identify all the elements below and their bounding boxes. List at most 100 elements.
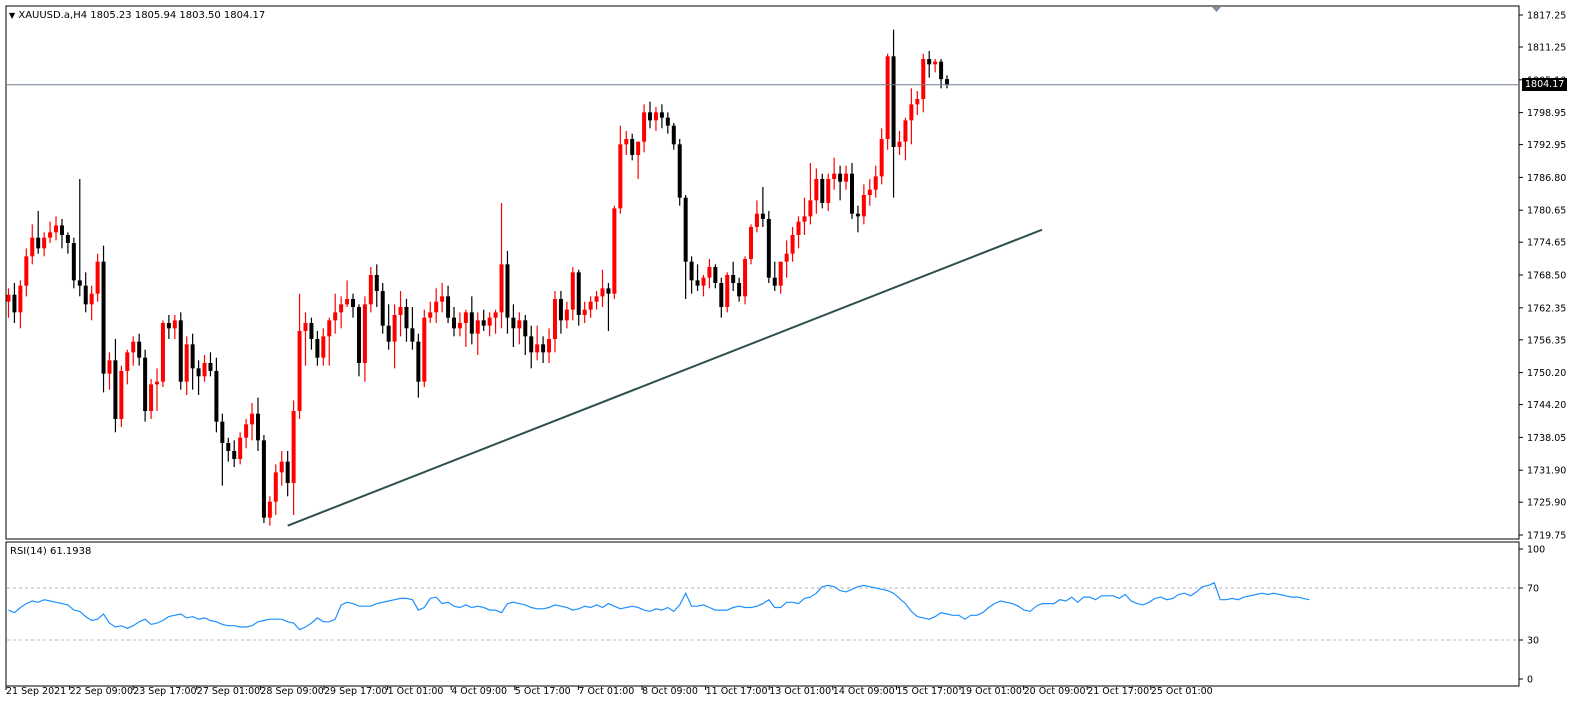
candle-body: [362, 304, 367, 363]
candle-body: [351, 299, 356, 307]
candle-body: [790, 235, 795, 254]
candle-body: [434, 301, 439, 313]
candle-body: [238, 437, 243, 459]
candle-body: [457, 323, 462, 329]
candle-body: [873, 176, 878, 190]
price-tick-label: 1780.65: [1527, 206, 1566, 217]
price-tick-label: 1768.50: [1527, 271, 1566, 282]
candle-body: [945, 79, 950, 85]
candle-body: [356, 307, 361, 363]
candle-body: [606, 288, 611, 294]
price-tick-label: 1798.95: [1527, 108, 1566, 119]
candle-body: [18, 285, 23, 313]
candle-body: [642, 112, 647, 142]
candle-body: [665, 117, 670, 126]
rsi-tick-label: 30: [1527, 636, 1539, 647]
time-tick-label: 13 Oct 01:00: [769, 686, 831, 697]
low-value: 1803.50: [179, 10, 221, 21]
candle-body: [921, 59, 926, 99]
candle-body: [410, 328, 415, 342]
candle-body: [125, 352, 130, 371]
collapse-arrow-icon[interactable]: ▼: [9, 11, 15, 20]
candle-body: [820, 179, 825, 203]
candle-body: [48, 232, 53, 238]
price-tick-label: 1817.25: [1527, 11, 1566, 22]
price-tick-label: 1738.05: [1527, 433, 1566, 444]
symbol-header: ▼ XAUUSD.a,H4 1805.23 1805.94 1803.50 18…: [9, 10, 265, 21]
candle-body: [517, 320, 522, 329]
candle-body: [101, 261, 106, 374]
candle-body: [808, 200, 813, 217]
candle-body: [731, 275, 736, 283]
candle-body: [630, 139, 635, 155]
candle-body: [915, 99, 920, 105]
candle-body: [196, 368, 201, 377]
candle-body: [582, 309, 587, 315]
time-tick-label: 22 Sep 09:00: [70, 686, 133, 697]
candle-body: [861, 195, 866, 217]
candle-body: [297, 331, 302, 411]
rsi-tick-label: 70: [1527, 584, 1539, 595]
time-tick-label: 29 Sep 17:00: [324, 686, 387, 697]
candle-body: [113, 360, 118, 419]
candle-body: [653, 112, 658, 121]
current-price-tag: 1804.17: [1522, 77, 1568, 91]
candle-body: [65, 235, 70, 243]
candle-body: [737, 283, 742, 297]
time-tick-label: 7 Oct 01:00: [578, 686, 634, 697]
time-tick-label: 23 Sep 17:00: [133, 686, 196, 697]
candle-body: [481, 320, 486, 326]
time-tick-label: 19 Oct 01:00: [960, 686, 1022, 697]
candle-body: [897, 141, 902, 147]
candle-body: [184, 344, 189, 382]
candle-body: [303, 323, 308, 331]
candle-body: [796, 221, 801, 235]
candle-body: [624, 139, 629, 145]
time-tick-label: 15 Oct 17:00: [896, 686, 958, 697]
current-price-text: 1804.17: [1525, 78, 1565, 90]
symbol-name: XAUUSD.a,H4: [18, 10, 88, 21]
candle-body: [570, 272, 575, 310]
candle-body: [725, 275, 730, 307]
candle-body: [636, 141, 641, 155]
candle-body: [261, 440, 266, 518]
candle-body: [333, 312, 338, 321]
time-axis: 21 Sep 2021 22 Sep 09:00 23 Sep 17:00 27 Se…: [5, 686, 1213, 697]
candle-body: [832, 173, 837, 179]
candle-body: [267, 501, 272, 518]
candle-body: [315, 339, 320, 358]
candle-body: [743, 259, 748, 297]
candle-body: [879, 139, 884, 177]
candle-body: [814, 179, 819, 201]
candle-body: [927, 59, 932, 65]
candle-body: [398, 307, 403, 315]
candle-body: [107, 360, 112, 374]
candle-body: [36, 237, 41, 249]
candle-body: [754, 213, 759, 227]
price-tick-label: 1756.35: [1527, 335, 1566, 346]
candle-body: [867, 189, 872, 195]
time-tick-label: 20 Oct 09:00: [1024, 686, 1086, 697]
time-tick-label: 8 Oct 09:00: [642, 686, 698, 697]
candle-body: [232, 451, 237, 459]
candle-body: [505, 264, 510, 318]
candle-body: [588, 301, 593, 310]
price-chart[interactable]: 1817.251811.251805.101798.951792.951786.…: [0, 0, 1585, 713]
candle-body: [12, 294, 17, 313]
price-tick-label: 1744.20: [1527, 400, 1566, 411]
candle-body: [552, 299, 557, 339]
candle-body: [772, 277, 777, 286]
candle-body: [83, 285, 88, 305]
candle-body: [250, 413, 255, 425]
candle-body: [523, 320, 528, 337]
candle-body: [339, 304, 344, 313]
candle-body: [285, 461, 290, 483]
candle-body: [452, 317, 456, 329]
candle-body: [24, 256, 29, 286]
rsi-name: RSI(14): [10, 546, 47, 557]
price-tick-label: 1811.25: [1527, 43, 1566, 54]
candle-body: [166, 323, 171, 329]
candle-body: [77, 280, 82, 286]
candle-body: [463, 312, 468, 323]
candle-body: [6, 294, 11, 302]
